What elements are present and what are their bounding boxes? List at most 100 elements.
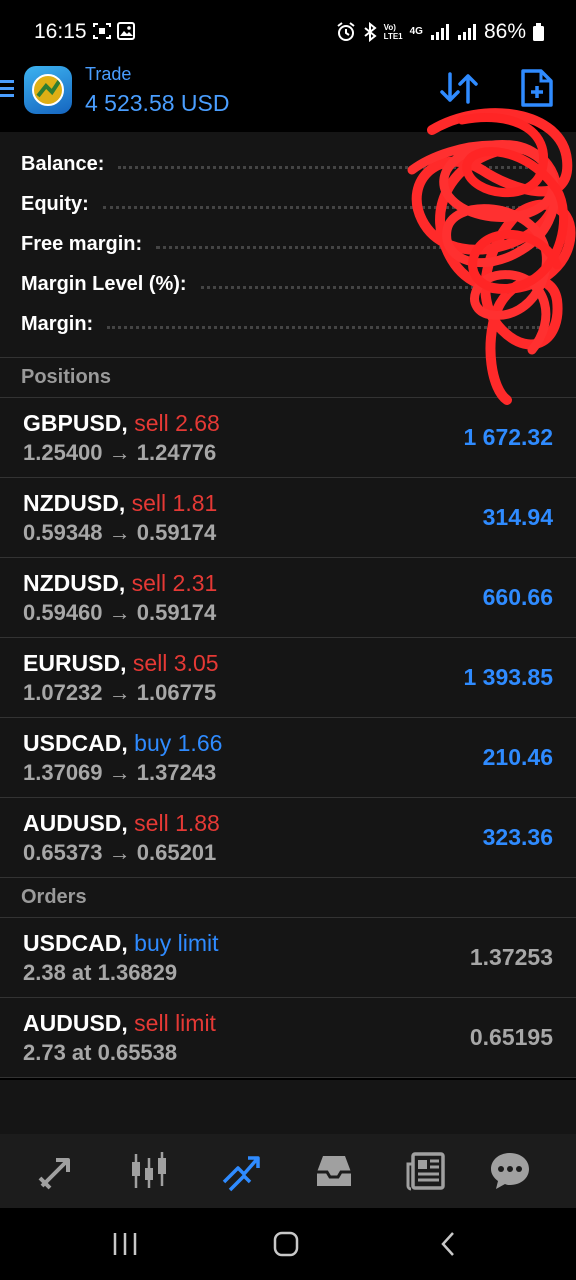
dotted-leader [107,325,540,329]
order-symbol: AUDUSD, [23,1010,128,1036]
order-price: 0.65195 [469,1024,553,1050]
position-prices: 0.59348 → 0.59174 [23,520,217,545]
position-title: NZDUSD, sell 2.31 [23,570,217,597]
position-prices: 1.07232 → 1.06775 [23,680,217,705]
new-order-icon[interactable] [520,68,554,108]
battery-percent: 86% [483,20,526,43]
quotes-icon[interactable] [36,1150,78,1192]
page-title: Trade [85,64,132,84]
trade-icon[interactable] [220,1150,262,1192]
position-title: NZDUSD, sell 1.81 [23,490,217,517]
position-symbol: EURUSD, [23,650,127,676]
summary-row-equity: Equity: [21,184,554,224]
dotted-leader [118,165,540,169]
order-symbol: USDCAD, [23,930,128,956]
news-icon[interactable] [405,1150,447,1192]
status-bar: 16:15 Vo) LTE1 4G 86% [0,0,576,64]
volte-top: Vo) [383,23,396,32]
summary-row-free-margin: Free margin: [21,224,554,264]
position-side: sell 1.88 [134,810,220,836]
summary-label: Balance: [21,152,105,175]
menu-icon[interactable] [0,78,16,100]
gallery-icon [117,22,135,40]
position-title: GBPUSD, sell 2.68 [23,410,220,437]
order-details: 2.73 at 0.65538 [23,1040,178,1065]
position-prices: 1.25400 → 1.24776 [23,440,217,465]
status-right-icons: Vo) LTE1 4G 86% [336,20,544,44]
dotted-leader [200,285,540,289]
list-empty-space [0,1080,576,1134]
status-time: 16:15 [34,20,87,43]
order-title: USDCAD, buy limit [23,930,219,957]
dotted-leader [102,205,540,209]
position-profit: 1 393.85 [463,664,553,690]
app-logo [24,66,72,114]
header-balance: 4 523.58 USD [85,90,230,116]
position-title: EURUSD, sell 3.05 [23,650,219,677]
summary-label: Equity: [21,192,89,215]
positions-title: Positions [21,366,112,388]
position-prices: 0.59460 → 0.59174 [23,600,217,625]
position-side: sell 2.31 [131,570,218,596]
position-row[interactable]: EURUSD, sell 3.05 1.07232 → 1.06775 1 39… [0,638,576,718]
home-icon[interactable] [272,1230,300,1258]
screenshot-icon [93,23,111,39]
position-profit: 660.66 [482,584,553,610]
messages-icon[interactable] [489,1150,531,1192]
battery-icon [533,23,544,41]
order-details: 2.38 at 1.36829 [23,960,178,985]
position-symbol: NZDUSD, [23,570,126,596]
position-row[interactable]: NZDUSD, sell 1.81 0.59348 → 0.59174 314.… [0,478,576,558]
order-row[interactable]: USDCAD, buy limit 2.38 at 1.36829 1.3725… [0,918,576,998]
position-row[interactable]: NZDUSD, sell 2.31 0.59460 → 0.59174 660.… [0,558,576,638]
order-price: 1.37253 [469,944,553,970]
recent-apps-icon[interactable] [112,1230,138,1258]
position-side: sell 1.81 [131,490,218,516]
bluetooth-icon [364,22,377,42]
sort-icon[interactable] [440,70,478,106]
position-profit: 210.46 [482,744,553,770]
orders-header: Orders [0,878,576,918]
position-title: AUDUSD, sell 1.88 [23,810,220,837]
history-icon[interactable] [313,1150,355,1192]
metatrader-logo-icon [32,74,64,106]
position-title: USDCAD, buy 1.66 [23,730,222,757]
position-row[interactable]: GBPUSD, sell 2.68 1.25400 → 1.24776 1 67… [0,398,576,478]
summary-row-balance: Balance: [21,144,554,184]
signal2-icon [457,24,476,40]
network-type: 4G [409,26,423,37]
order-title: AUDUSD, sell limit [23,1010,216,1037]
dotted-leader [156,245,540,249]
chart-icon[interactable] [128,1150,170,1192]
position-prices: 1.37069 → 1.37243 [23,760,217,785]
position-row[interactable]: USDCAD, buy 1.66 1.37069 → 1.37243 210.4… [0,718,576,798]
position-profit: 323.36 [482,824,553,850]
alarm-icon [337,22,355,41]
signal-icon [430,24,449,40]
position-side: sell 2.68 [134,410,220,436]
bottom-navigation [0,1134,576,1208]
position-symbol: GBPUSD, [23,410,128,436]
position-prices: 0.65373 → 0.65201 [23,840,217,865]
back-icon[interactable] [438,1230,458,1258]
account-summary: Balance: Equity: Free margin: Margin Lev… [0,132,576,358]
system-navigation [0,1208,576,1280]
position-symbol: NZDUSD, [23,490,126,516]
order-side: sell limit [134,1010,216,1036]
app-header: Trade 4 523.58 USD [0,64,576,132]
position-row[interactable]: AUDUSD, sell 1.88 0.65373 → 0.65201 323.… [0,798,576,878]
volte-label: Vo) LTE1 [384,23,403,41]
order-side: buy limit [134,930,219,956]
orders-title: Orders [21,886,87,908]
positions-header: Positions [0,358,576,398]
summary-row-margin-level: Margin Level (%): [21,264,554,304]
position-profit: 314.94 [482,504,553,530]
order-row[interactable]: AUDUSD, sell limit 2.73 at 0.65538 0.651… [0,998,576,1078]
volte-bottom: LTE1 [383,32,403,41]
position-side: buy 1.66 [134,730,223,756]
summary-label: Free margin: [21,232,143,255]
position-symbol: USDCAD, [23,730,128,756]
summary-row-margin: Margin: [21,304,554,344]
summary-label: Margin Level (%): [21,272,187,295]
summary-label: Margin: [21,312,94,335]
